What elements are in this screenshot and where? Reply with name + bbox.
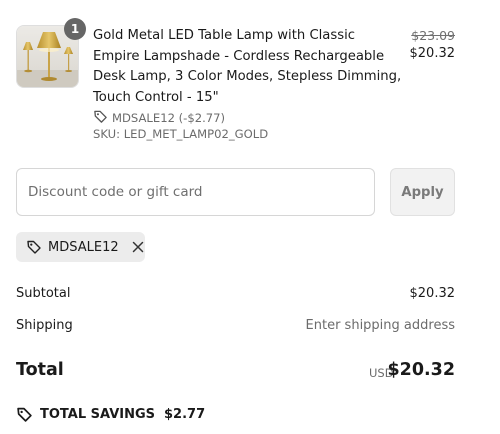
line-item-discount: MDSALE12 (-$2.77) — [93, 109, 225, 127]
tag-icon — [93, 109, 108, 127]
original-price: $23.09 — [411, 28, 455, 43]
total-value: $20.32 — [387, 360, 455, 380]
total-savings: TOTAL SAVINGS $2.77 — [16, 406, 205, 423]
applied-discount-code: MDSALE12 — [48, 239, 119, 255]
remove-discount-icon[interactable] — [132, 240, 145, 254]
shipping-value: Enter shipping address — [305, 318, 455, 333]
apply-button[interactable]: Apply — [390, 168, 455, 216]
applied-discount-chip: MDSALE12 — [16, 232, 145, 262]
savings-tag-icon — [16, 406, 33, 423]
current-price: $20.32 — [409, 46, 456, 61]
savings-label: TOTAL SAVINGS — [40, 407, 156, 422]
subtotal-value: $20.32 — [409, 286, 456, 301]
product-title: Gold Metal LED Table Lamp with Classic E… — [93, 28, 402, 105]
product-sku: SKU: LED_MET_LAMP02_GOLD — [93, 127, 269, 141]
line-item-discount-text: MDSALE12 (-$2.77) — [112, 111, 226, 125]
total-label: Total — [16, 360, 64, 380]
quantity-badge: 1 — [64, 18, 86, 40]
subtotal-label: Subtotal — [16, 286, 71, 301]
shipping-label: Shipping — [16, 318, 73, 333]
discount-code-input[interactable] — [16, 168, 375, 216]
savings-value: $2.77 — [164, 407, 206, 422]
tag-icon — [26, 239, 42, 255]
